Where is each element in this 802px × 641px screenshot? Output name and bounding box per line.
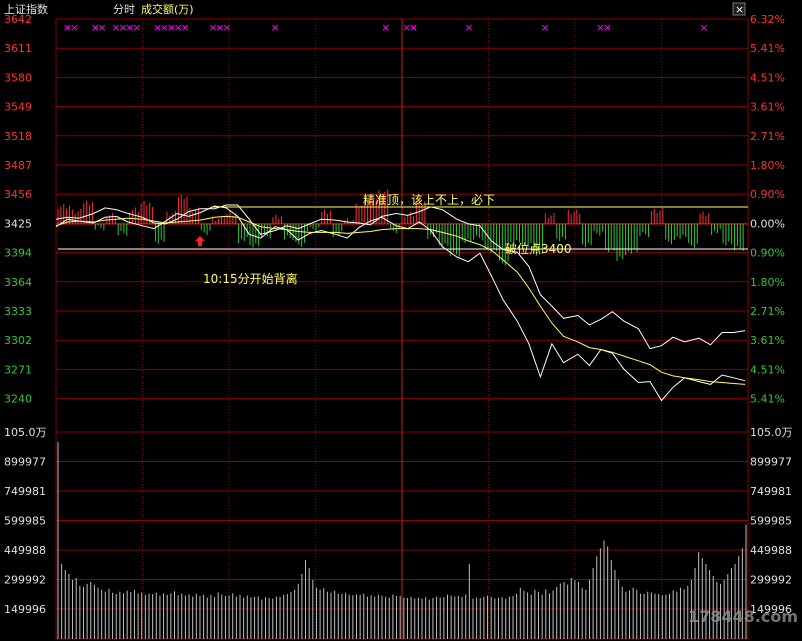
marker-icon: × [381,21,390,34]
annotation-top: 精准顶，该上不上，必下 [363,193,495,207]
price-tick-right: 0.00% [750,217,785,230]
marker-icon: × [222,21,231,34]
price-tick-right: 0.90% [750,247,785,260]
volume-tick-right: 599985 [750,515,792,528]
marker-icon: × [181,21,190,34]
volume-tick-right: 449988 [750,544,792,557]
price-lines [55,204,746,402]
price-tick-left: 3364 [4,276,32,289]
marker-icon: × [540,21,549,34]
marker-icon: × [464,21,473,34]
price-tick-left: 3518 [4,130,32,143]
price-tick-right: 1.80% [750,276,785,289]
price-tick-right: 5.41% [750,393,785,406]
average-line [55,215,746,385]
volume-tick-left: 105.0万 [4,426,47,439]
price-tick-left: 3240 [4,393,32,406]
price-tick-left: 3611 [4,42,32,55]
grid-lines [55,18,749,640]
price-tick-right: 2.71% [750,305,785,318]
price-line [55,205,746,402]
price-tick-right: 2.71% [750,130,785,143]
marker-icon: × [132,21,141,34]
intraday-chart: ×× ×× ×××× ××××× ××× × × ×× × × ×× × 3642 6.32%3611 5… [4,2,798,640]
price-tick-right: 6.32% [750,13,785,26]
marker-icon: × [70,21,79,34]
price-tick-left: 3394 [4,247,32,260]
volume-tick-right: 105.0万 [750,426,793,439]
marker-icon: × [98,21,107,34]
volume-label: 成交额(万) [141,2,194,16]
volume-tick-right: 899977 [750,456,792,469]
price-tick-right: 4.51% [750,363,785,376]
price-tick-right: 5.41% [750,42,785,55]
volume-tick-left: 149996 [4,603,46,616]
annotation-divergence: 10:15分开始背离 [203,271,298,286]
price-tick-left: 3425 [4,217,32,230]
marker-icon: × [603,21,612,34]
volume-tick-left: 299992 [4,574,46,587]
up-arrow-icon [195,236,205,246]
price-tick-left: 3487 [4,159,32,172]
price-tick-left: 3271 [4,363,32,376]
volume-tick-left: 449988 [4,544,46,557]
volume-tick-left: 599985 [4,515,46,528]
marker-icon: × [271,21,280,34]
price-tick-left: 3333 [4,305,32,318]
price-tick-left: 3549 [4,101,32,114]
index-name: 上证指数 [4,2,48,16]
mode-label[interactable]: 分时 [113,3,135,16]
chart-window: × × × × × × × × × × × × × × × × × × × × × × × × × 3642 6.32% 3611 5… [0,0,802,641]
price-tick-left: 3302 [4,334,32,347]
price-tick-right: 1.80% [750,159,785,172]
price-tick-left: 3456 [4,188,32,201]
price-tick-right: 0.90% [750,188,785,201]
close-icon[interactable]: × [735,3,744,16]
volume-tick-left: 899977 [4,456,46,469]
marker-icon: × [409,21,418,34]
watermark: 178448.com [688,607,798,626]
axis-tick-labels: 3642 6.32%3611 5.41%3580 4.51%3549 3.61%3518… [4,13,793,616]
price-tick-left: 3580 [4,71,32,84]
marker-icon: × [700,21,709,34]
price-tick-right: 3.61% [750,334,785,347]
annotation-breakdown: 破位点3400 [505,241,572,256]
volume-tick-right: 299992 [750,574,792,587]
top-markers: ×× ×× ×××× ××××× ××× × × ×× × × ×× × [63,21,709,34]
volume-tick-left: 749981 [4,485,46,498]
price-tick-right: 4.51% [750,71,785,84]
volume-tick-right: 749981 [750,485,792,498]
price-tick-right: 3.61% [750,101,785,114]
